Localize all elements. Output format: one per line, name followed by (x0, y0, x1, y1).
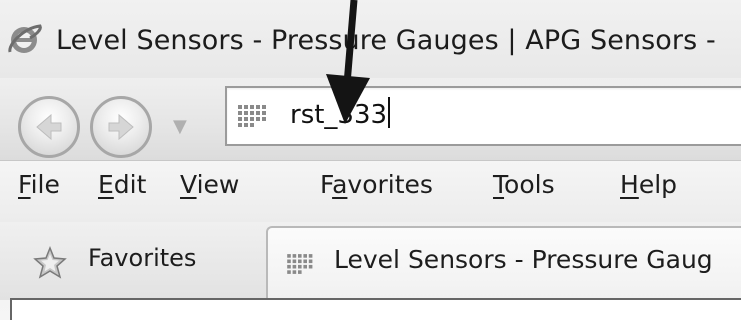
tab-title: Level Sensors - Pressure Gaug (334, 245, 713, 274)
window-title: Level Sensors - Pressure Gauges | APG Se… (56, 25, 716, 56)
internet-explorer-icon (8, 24, 42, 53)
menu-view[interactable]: View (180, 168, 239, 202)
menu-edit[interactable]: Edit (98, 168, 146, 202)
page-content-area[interactable] (10, 298, 741, 320)
site-favicon-grid-icon (287, 254, 313, 274)
browser-window: Level Sensors - Pressure Gauges | APG Se… (0, 0, 741, 320)
menu-tools[interactable]: Tools (493, 168, 555, 202)
text-cursor (388, 97, 391, 128)
recent-pages-button[interactable]: ▼ (173, 116, 187, 137)
forward-button[interactable] (90, 96, 152, 158)
back-arrow-icon (36, 113, 62, 141)
forward-arrow-icon (108, 113, 134, 141)
site-favicon-grid-icon (238, 105, 266, 127)
favorites-button[interactable]: Favorites (88, 242, 196, 274)
star-icon (33, 246, 67, 279)
chevron-down-icon: ▼ (173, 116, 187, 137)
menu-help[interactable]: Help (620, 168, 677, 202)
back-button[interactable] (18, 96, 80, 158)
menu-favorites[interactable]: Favorites (320, 168, 433, 202)
address-input[interactable]: rst_333 (290, 97, 391, 132)
menu-file[interactable]: File (18, 168, 60, 202)
address-value: rst_333 (290, 100, 388, 130)
